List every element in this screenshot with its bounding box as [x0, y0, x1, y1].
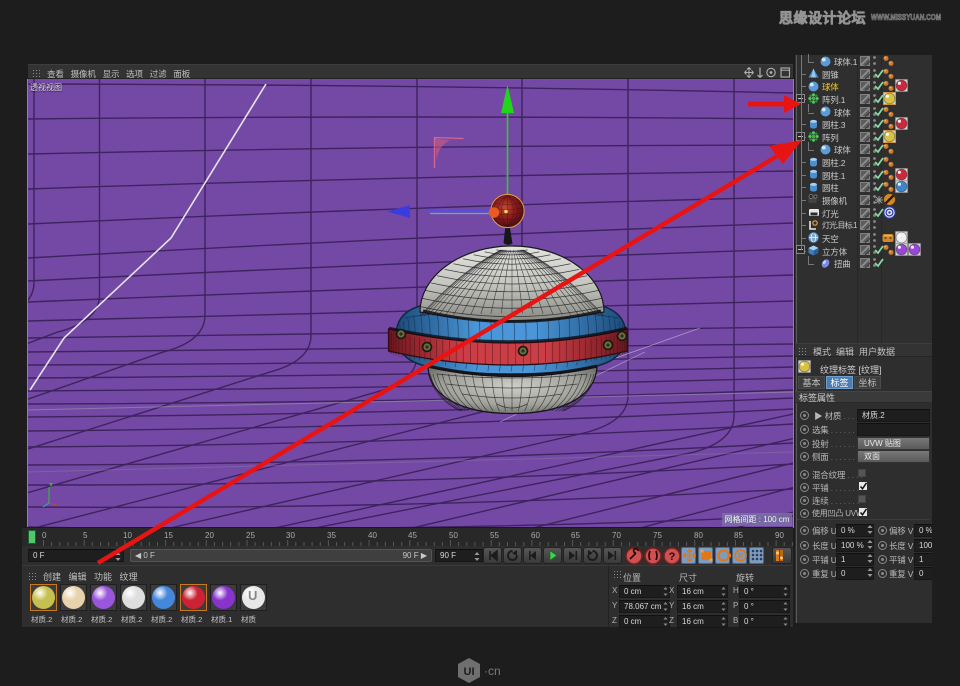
- svg-text:?: ?: [669, 551, 676, 563]
- svg-text:UI: UI: [464, 666, 475, 678]
- svg-text:P: P: [738, 552, 744, 561]
- svg-text:·cn: ·cn: [484, 664, 501, 678]
